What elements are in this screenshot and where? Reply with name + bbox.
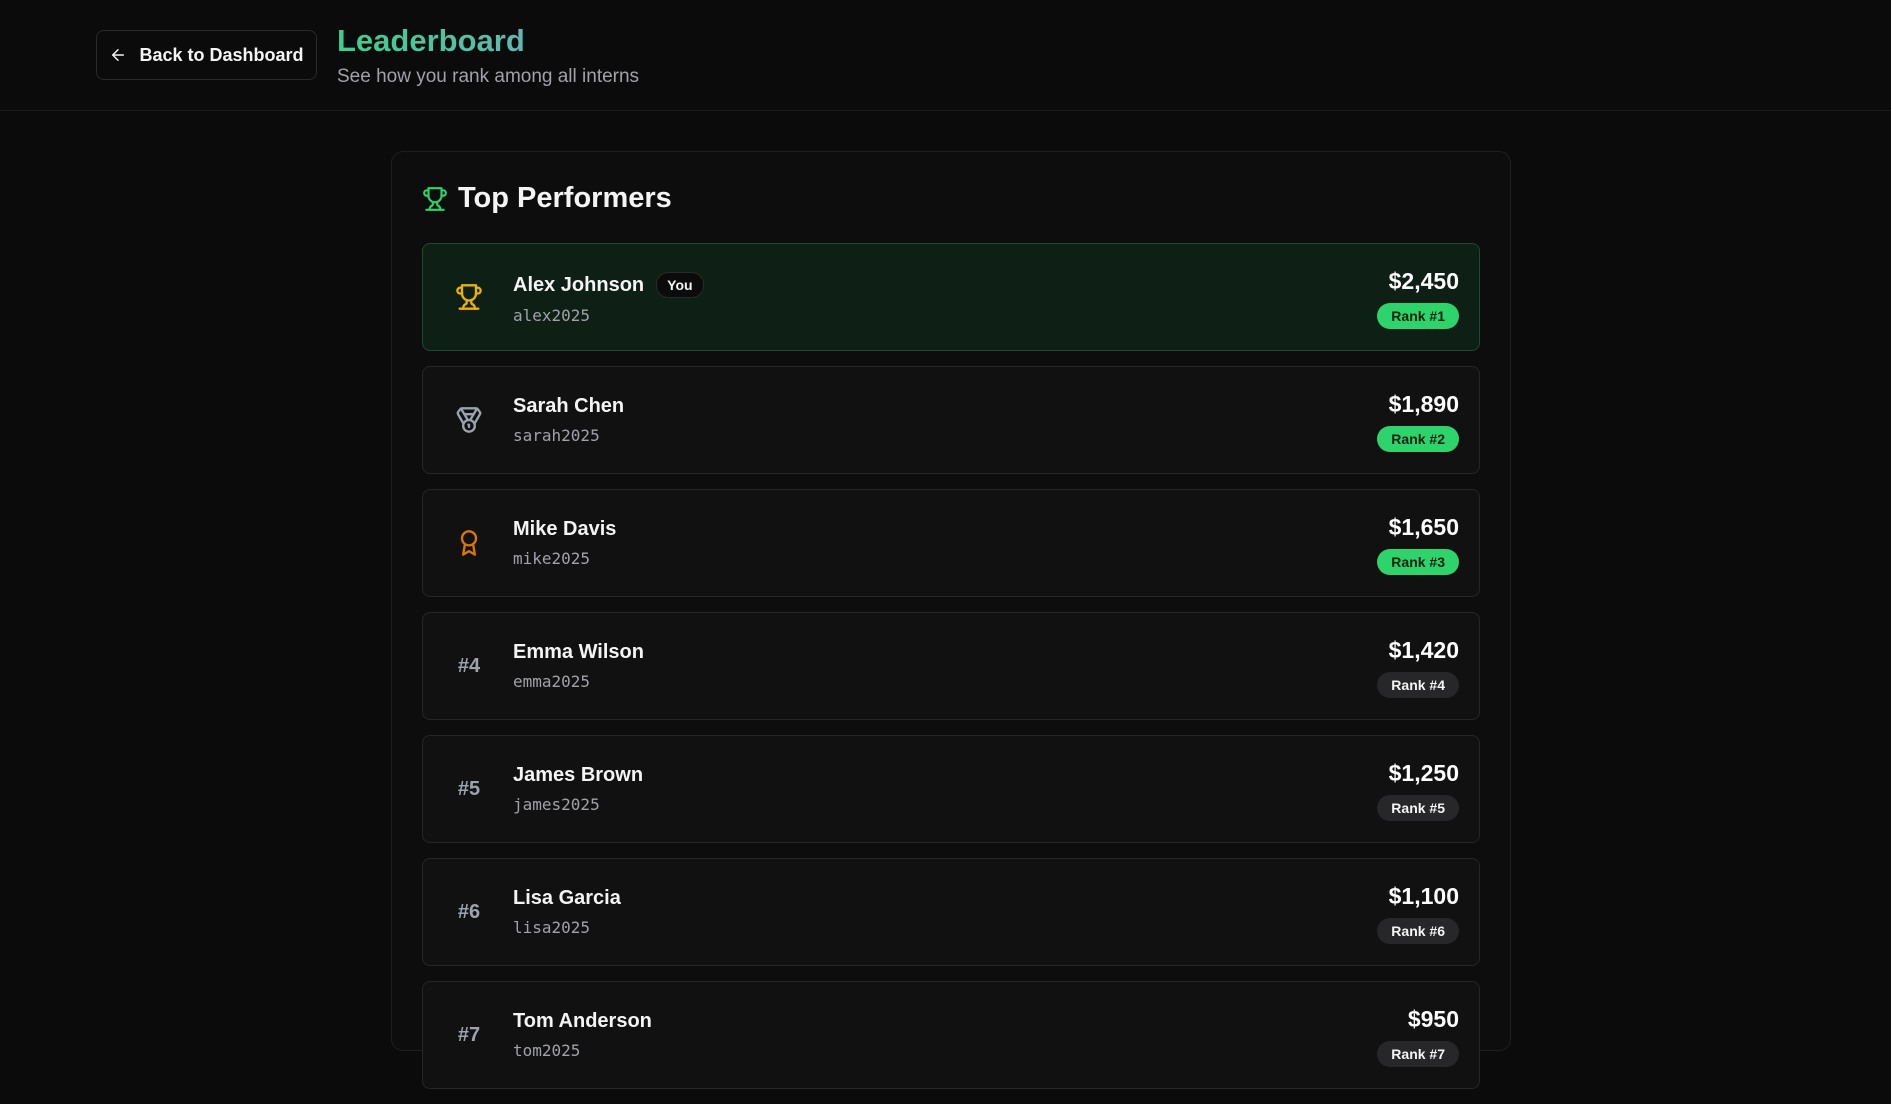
earnings-amount: $1,250: [1388, 760, 1459, 786]
leaderboard-row[interactable]: #7 Tom Anderson tom2025 $950 Rank #7: [422, 981, 1480, 1089]
rank-badge: Rank #7: [1377, 1041, 1459, 1067]
earnings-amount: $1,890: [1388, 391, 1459, 417]
arrow-left-icon: [112, 49, 125, 61]
rank-badge: Rank #6: [1377, 918, 1459, 944]
leaderboard-list: Alex Johnson You alex2025 $2,450 Rank #1: [422, 243, 1480, 1104]
leaderboard-card: Top Performers Alex Johnson You alex2025…: [391, 151, 1511, 1089]
rank-badge: Rank #5: [1377, 795, 1459, 821]
user-handle: james2025: [513, 795, 600, 814]
user-handle: alex2025: [513, 306, 591, 325]
page-header: Back to Dashboard Leaderboard See how yo…: [0, 0, 1891, 111]
user-name: Lisa Garcia: [513, 887, 621, 909]
earnings-amount: $1,420: [1388, 637, 1459, 663]
user-name: Mike Davis: [513, 518, 617, 540]
rank-badge: Rank #4: [1377, 672, 1459, 698]
score-block: $950 Rank #7: [1377, 1006, 1459, 1067]
rank-number: #7: [457, 1023, 481, 1046]
user-name: Alex Johnson: [513, 273, 645, 296]
rank-badge: Rank #1: [1377, 303, 1459, 329]
user-name: Emma Wilson: [513, 641, 644, 663]
earnings-amount: $1,100: [1388, 883, 1459, 909]
page-title: Leaderboard: [337, 22, 639, 60]
rank-badge: Rank #3: [1377, 549, 1459, 575]
rank-indicator: [443, 367, 495, 473]
title-block: Leaderboard See how you rank among all i…: [337, 22, 639, 88]
rank-number: #6: [457, 900, 481, 923]
leaderboard-row[interactable]: Alex Johnson You alex2025 $2,450 Rank #1: [422, 243, 1480, 351]
rank-indicator: [443, 244, 495, 350]
leaderboard-row[interactable]: Mike Davis mike2025 $1,650 Rank #3: [422, 489, 1480, 597]
trophy-icon: [456, 284, 482, 310]
you-badge: You: [656, 272, 704, 298]
user-info: Emma Wilson emma2025: [513, 641, 644, 691]
leaderboard-row[interactable]: #5 James Brown james2025 $1,250 Rank #5: [422, 735, 1480, 843]
user-handle: emma2025: [513, 672, 591, 691]
card-title: Top Performers: [422, 182, 672, 215]
user-info: James Brown james2025: [513, 764, 643, 814]
user-info: Tom Anderson tom2025: [513, 1010, 652, 1060]
score-block: $1,420 Rank #4: [1377, 637, 1459, 698]
leaderboard-row[interactable]: #4 Emma Wilson emma2025 $1,420 Rank #4: [422, 612, 1480, 720]
score-block: $1,250 Rank #5: [1377, 760, 1459, 821]
medal-icon: [456, 407, 482, 433]
award-icon: [460, 530, 478, 556]
score-block: $1,100 Rank #6: [1377, 883, 1459, 944]
score-block: $1,650 Rank #3: [1377, 514, 1459, 575]
user-handle: tom2025: [513, 1041, 581, 1060]
user-handle: lisa2025: [513, 918, 591, 937]
user-name: Sarah Chen: [513, 395, 625, 417]
earnings-amount: $2,450: [1388, 268, 1459, 294]
rank-badge: Rank #2: [1377, 426, 1459, 452]
user-info: Sarah Chen sarah2025: [513, 395, 624, 445]
back-button-label: Back to Dashboard: [139, 44, 304, 65]
score-block: $2,450 Rank #1: [1377, 268, 1459, 329]
user-name: James Brown: [513, 764, 644, 786]
leaderboard-row[interactable]: Sarah Chen sarah2025 $1,890 Rank #2: [422, 366, 1480, 474]
rank-number: #4: [457, 654, 481, 677]
user-name: Tom Anderson: [513, 1010, 652, 1032]
user-info: Lisa Garcia lisa2025: [513, 887, 621, 937]
rank-number: #5: [457, 777, 481, 800]
user-handle: sarah2025: [513, 426, 600, 445]
trophy-icon: [423, 186, 447, 211]
card-title-text: Top Performers: [458, 182, 672, 214]
earnings-amount: $1,650: [1388, 514, 1459, 540]
rank-indicator: [443, 490, 495, 596]
page-subtitle: See how you rank among all interns: [337, 66, 640, 87]
user-info: Mike Davis mike2025: [513, 518, 616, 568]
back-to-dashboard-button[interactable]: Back to Dashboard: [96, 30, 317, 80]
user-handle: mike2025: [513, 549, 591, 568]
score-block: $1,890 Rank #2: [1377, 391, 1459, 452]
user-info: Alex Johnson You alex2025: [513, 272, 704, 325]
leaderboard-row[interactable]: #6 Lisa Garcia lisa2025 $1,100 Rank #6: [422, 858, 1480, 966]
